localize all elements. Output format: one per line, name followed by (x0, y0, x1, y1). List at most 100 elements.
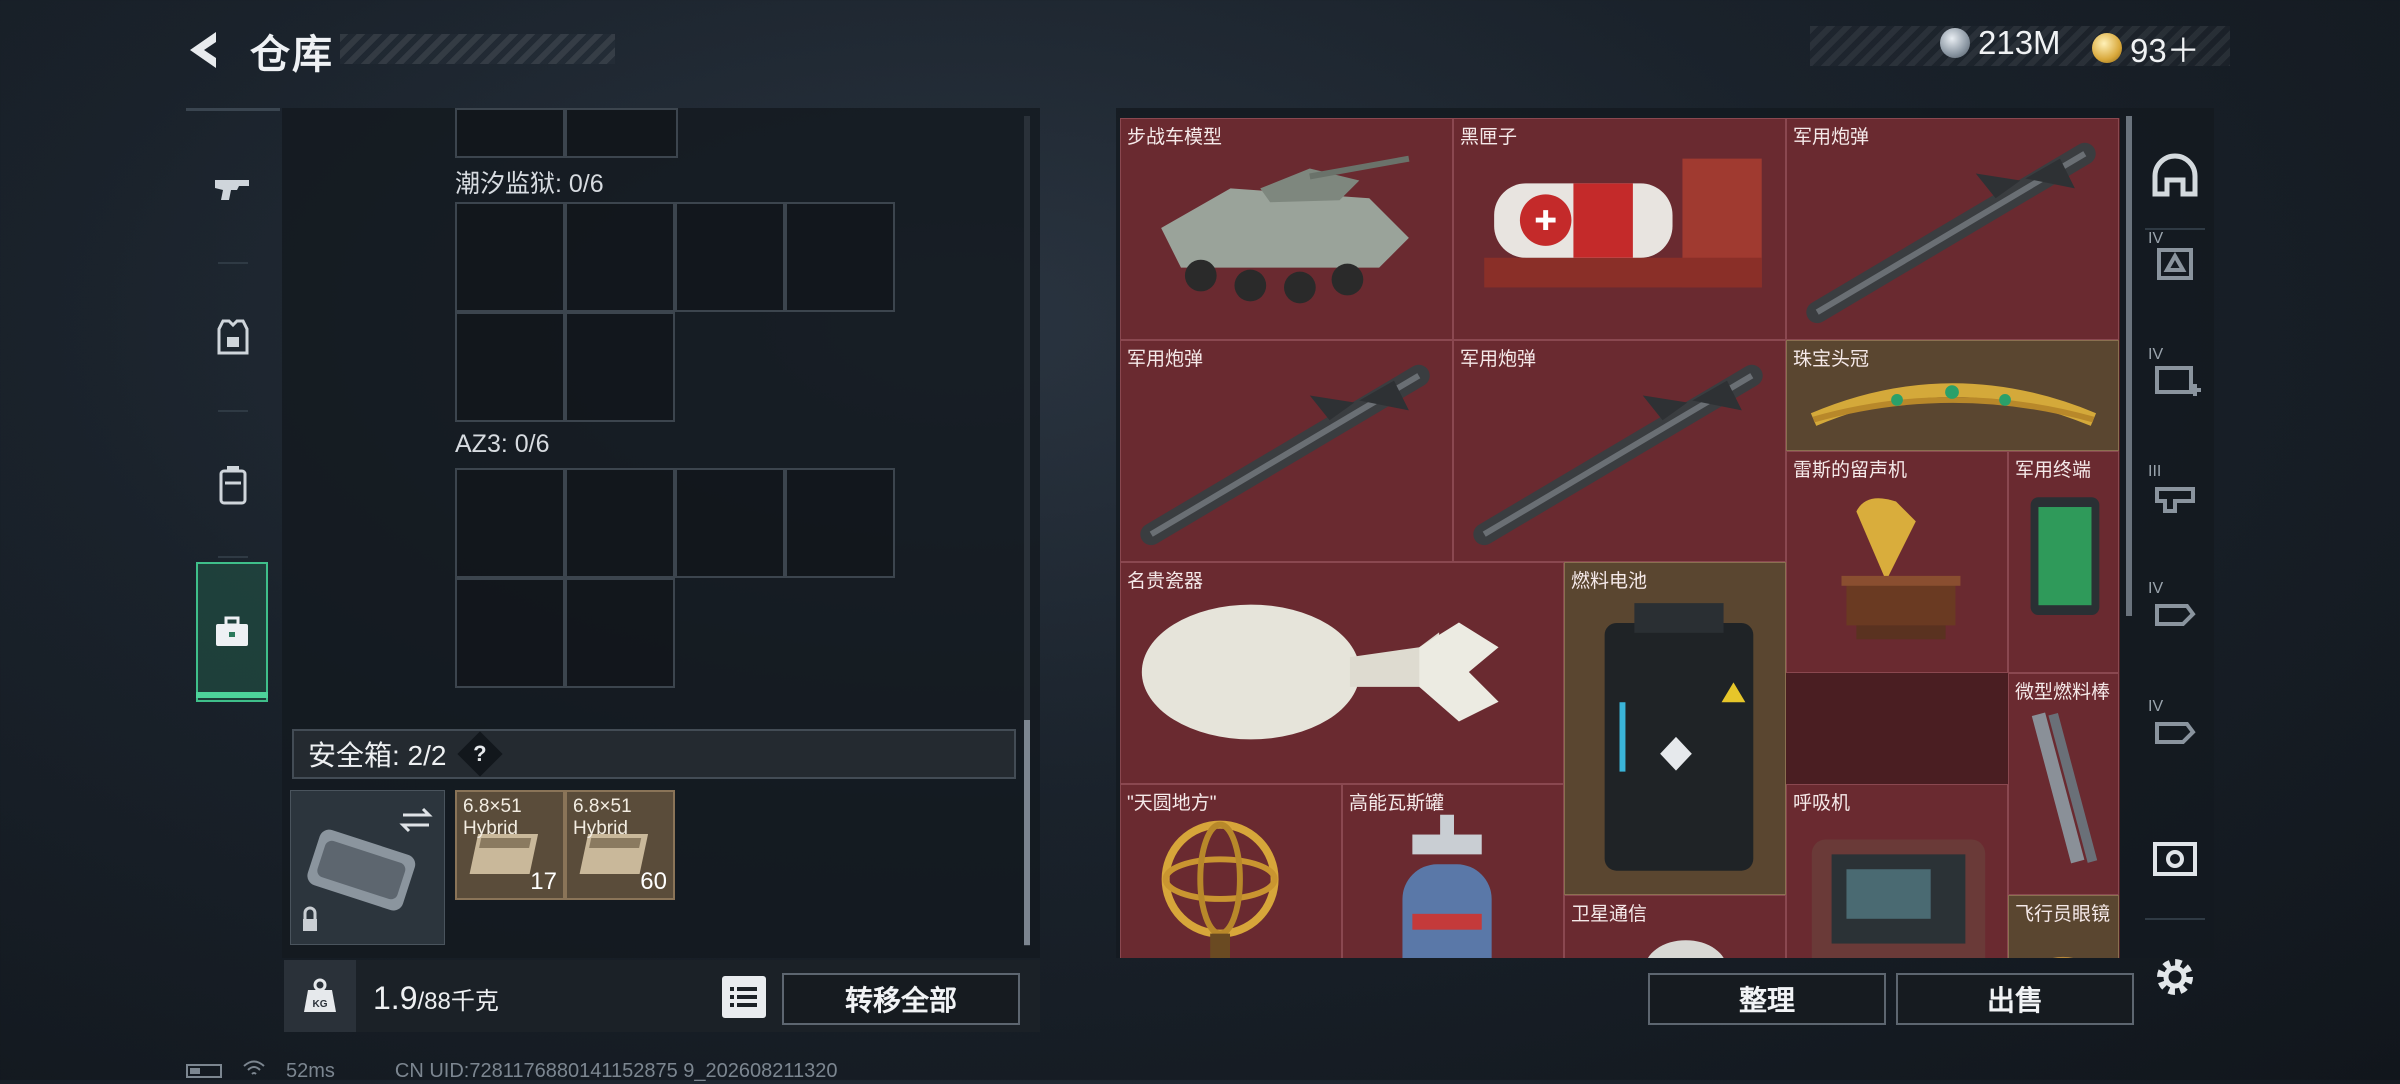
organize-button[interactable]: 整理 (1648, 973, 1886, 1025)
grid-slot[interactable] (455, 578, 565, 688)
tab-divider (218, 556, 248, 558)
stash-item-missile[interactable]: 军用炮弹 (1120, 340, 1453, 562)
settings-button[interactable] (2148, 950, 2202, 1004)
weight-max: /88千克 (417, 988, 499, 1015)
stash-item-missile[interactable]: 军用炮弹 (1786, 118, 2119, 340)
back-button[interactable] (182, 26, 230, 74)
stash-item-pilot-goggles[interactable]: 飞行员眼镜 (2008, 895, 2119, 958)
ammo-item[interactable]: 6.8×51 Hybrid 60 (565, 790, 675, 900)
weight-icon-text: KG (313, 999, 328, 1010)
stash-item-black-box[interactable]: 黑匣子 (1453, 118, 1786, 340)
safe-case-icon (303, 807, 433, 931)
left-scrollbar-thumb[interactable] (1024, 720, 1030, 945)
item-label: 卫星通信 (1571, 904, 1648, 925)
grid-label-az3: AZ3: 0/6 (455, 430, 550, 458)
item-label: 燃料电池 (1571, 571, 1648, 592)
tab-armor[interactable] (186, 264, 280, 410)
grid-slot[interactable] (455, 312, 565, 422)
stash-item-gramophone[interactable]: 雷斯的留声机 (1786, 451, 2008, 673)
filter-hand-1[interactable]: IV (2140, 562, 2210, 662)
stash-item-armillary[interactable]: "天圆地方" (1120, 784, 1342, 958)
gold-amount: 93＋ (2130, 32, 2200, 69)
back-arrow-icon (190, 32, 216, 68)
porcelain-icon (1141, 604, 1499, 740)
filter-armor[interactable]: IV (2140, 212, 2210, 312)
grid-slot[interactable] (565, 108, 678, 158)
stash-item-satellite-comm[interactable]: 卫星通信 (1564, 895, 1786, 958)
filter-divider (2145, 918, 2205, 920)
grid-slot[interactable] (565, 312, 675, 422)
grid-slot[interactable] (675, 202, 785, 312)
silver-amount: 213M (1978, 24, 2061, 61)
grid-slot[interactable] (785, 202, 895, 312)
tier-label: IV (2148, 580, 2164, 597)
tab-backpack[interactable] (186, 412, 280, 558)
item-label: 黑匣子 (1460, 127, 1518, 148)
grid-slot[interactable] (455, 202, 565, 312)
safebox-help-button[interactable]: ? (457, 731, 504, 777)
tab-weapons[interactable] (186, 115, 280, 261)
item-label: 珠宝头冠 (1793, 349, 1870, 370)
tier-label: IV (2148, 698, 2164, 715)
tab-safe-case[interactable] (196, 562, 268, 702)
item-label: 高能瓦斯罐 (1349, 793, 1445, 814)
missile-icon (1806, 142, 2096, 324)
grid-label-tide-prison: 潮汐监狱: 0/6 (455, 170, 604, 198)
filter-vault[interactable] (2140, 808, 2210, 908)
uid-display: CN UID:7281176880141152875 9_20260821132… (394, 1059, 838, 1082)
grid-slot[interactable] (565, 578, 675, 688)
filter-hand-2[interactable]: IV (2140, 680, 2210, 780)
grid-slot[interactable] (565, 468, 675, 578)
tabs-top-line (186, 108, 280, 111)
missile-icon (1140, 364, 1430, 546)
item-label: 呼吸机 (1793, 793, 1851, 814)
safebox-case-slot[interactable] (290, 790, 445, 945)
item-label: "天圆地方" (1127, 793, 1217, 814)
grid-slot[interactable] (565, 202, 675, 312)
silver-currency: 213M (1940, 24, 2061, 62)
backpack-icon (219, 466, 247, 505)
ping-display: 52ms (286, 1059, 335, 1082)
grid-slot[interactable] (455, 468, 565, 578)
tier-label: IV (2148, 230, 2164, 247)
vault-filter-icon (2153, 842, 2197, 876)
gear-icon (2157, 959, 2193, 995)
list-view-button[interactable] (722, 976, 766, 1018)
vest-icon (217, 319, 249, 355)
ammo-item[interactable]: 6.8×51 Hybrid 17 (455, 790, 565, 900)
stash-item-fuel-cell[interactable]: 燃料电池 (1564, 562, 1786, 895)
stash-item-military-terminal[interactable]: 军用终端 (2008, 451, 2119, 673)
stash-item-ventilator[interactable]: 呼吸机 (1786, 784, 2008, 958)
transfer-all-button[interactable]: 转移全部 (782, 973, 1020, 1025)
item-label: 军用炮弹 (1127, 349, 1204, 370)
briefcase-icon (216, 616, 248, 646)
grid-slot[interactable] (785, 468, 895, 578)
helmet-filter-icon (2152, 153, 2198, 197)
black-box-icon (1484, 158, 1762, 288)
item-label: 飞行员眼镜 (2015, 904, 2111, 925)
ammo-count: 17 (530, 868, 557, 895)
stash-item-missile[interactable]: 军用炮弹 (1453, 340, 1786, 562)
item-label: 军用终端 (2015, 460, 2092, 481)
stash-item-gas-tank[interactable]: 高能瓦斯罐 (1342, 784, 1564, 958)
fuel-cell-icon (1604, 603, 1754, 871)
stash-scrollbar[interactable] (2126, 116, 2132, 616)
grid-slot[interactable] (455, 108, 565, 158)
stash-item-micro-fuel-rod[interactable]: 微型燃料棒 (2008, 673, 2119, 895)
active-tab-indicator (196, 692, 268, 698)
stash-grid: 步战车模型 黑匣子 军用炮弹 军用炮弹 军用炮弹 珠宝头冠 雷斯的留声机 军用终… (1120, 118, 2120, 958)
help-icon: ? (473, 740, 488, 766)
stash-item-tiara[interactable]: 珠宝头冠 (1786, 340, 2119, 451)
silver-coin-icon (1940, 28, 1970, 58)
gold-currency[interactable]: 93＋ (2092, 24, 2200, 72)
battery-icon (186, 1064, 222, 1078)
filter-equipment[interactable]: III (2140, 445, 2210, 545)
tier-label: III (2148, 463, 2162, 480)
ifv-model-icon (1161, 155, 1410, 304)
grid-slot[interactable] (675, 468, 785, 578)
filter-medical[interactable]: IV (2140, 328, 2210, 428)
safebox-header: 安全箱: 2/2 ? (292, 729, 1016, 779)
sell-button[interactable]: 出售 (1896, 973, 2134, 1025)
stash-item-porcelain[interactable]: 名贵瓷器 (1120, 562, 1564, 784)
stash-item-ifv-model[interactable]: 步战车模型 (1120, 118, 1453, 340)
